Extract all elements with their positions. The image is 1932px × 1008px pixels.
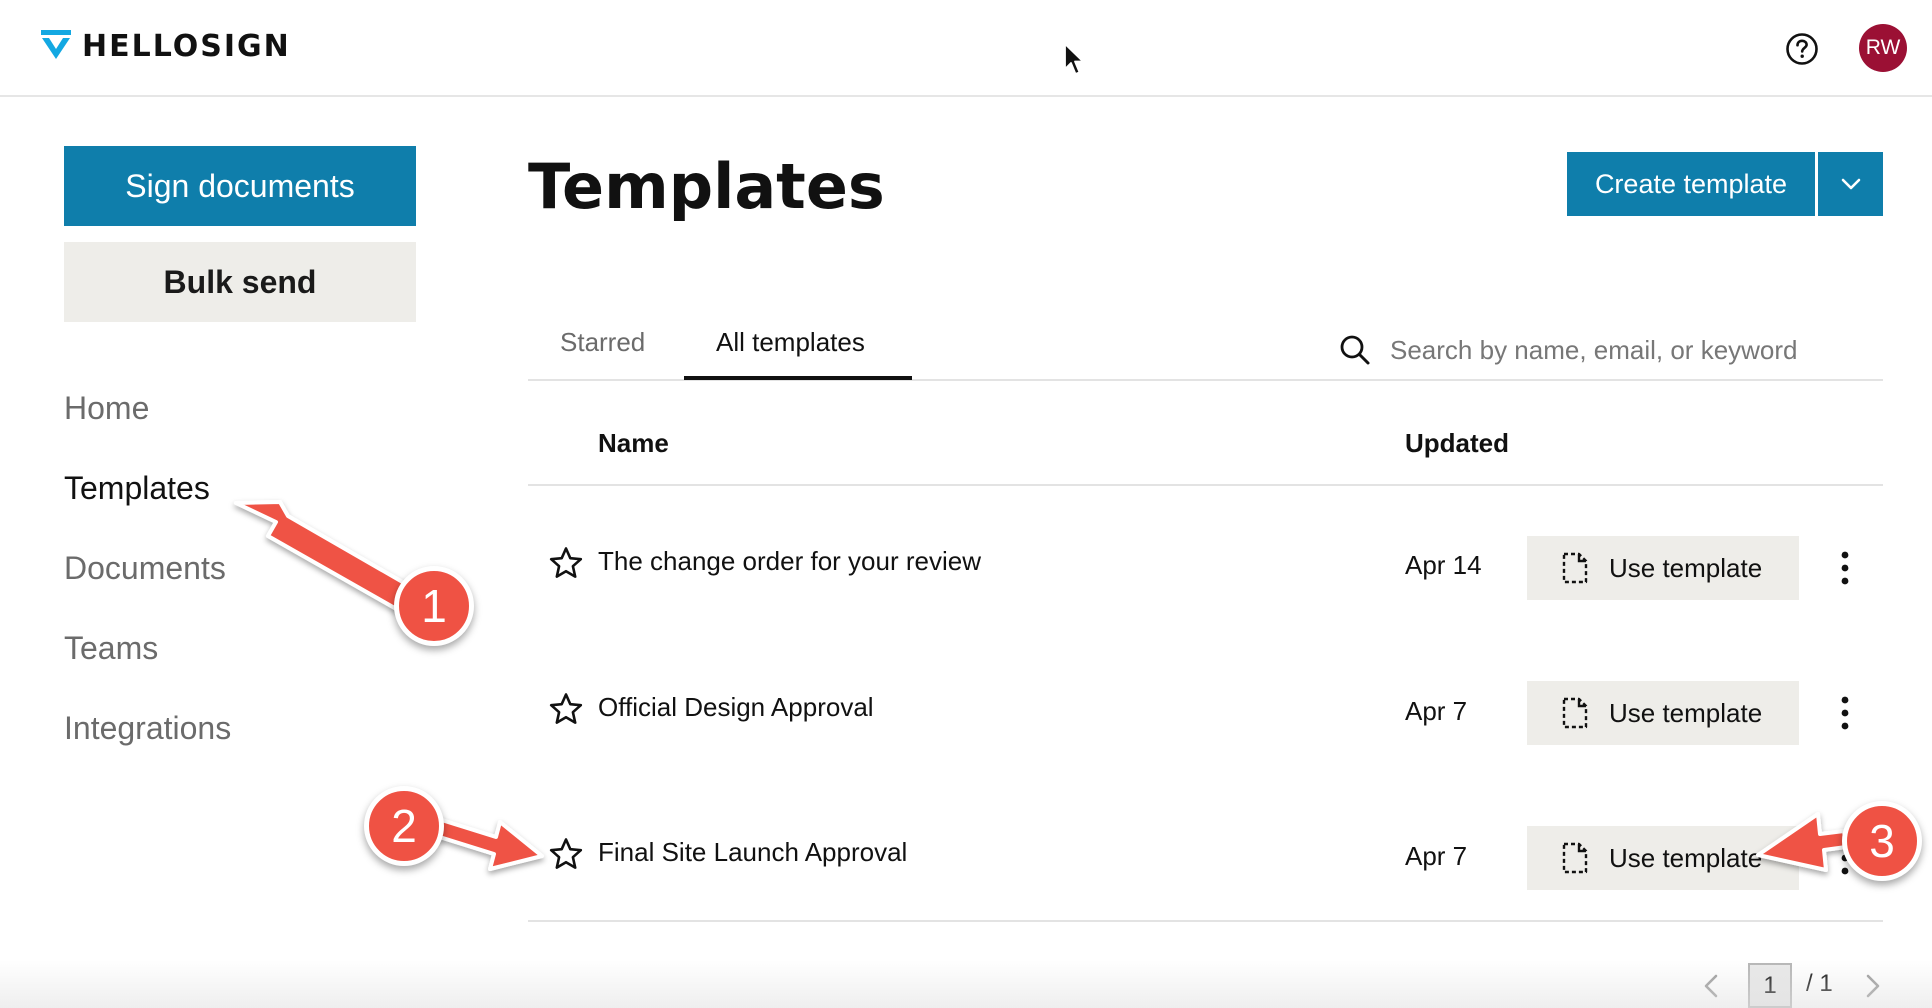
document-icon: [1562, 842, 1588, 874]
help-icon[interactable]: [1785, 32, 1819, 66]
tab-starred[interactable]: Starred: [560, 327, 645, 358]
template-name[interactable]: The change order for your review: [598, 546, 981, 577]
search-input[interactable]: [1390, 330, 1860, 370]
template-name[interactable]: Final Site Launch Approval: [598, 837, 907, 868]
next-page-icon[interactable]: [1860, 973, 1884, 999]
hellosign-logo-icon: [41, 30, 71, 59]
template-updated-date: Apr 14: [1405, 550, 1482, 580]
page-number-input[interactable]: 1: [1748, 963, 1792, 1008]
template-name[interactable]: Official Design Approval: [598, 692, 874, 723]
chevron-down-icon: [1841, 178, 1860, 190]
star-icon[interactable]: [548, 545, 584, 581]
annotation-badge-2: 2: [364, 786, 444, 866]
document-icon: [1562, 552, 1588, 584]
mouse-cursor-icon: [1064, 43, 1084, 75]
page-title: Templates: [528, 150, 885, 223]
brand-name: HELLOSIGN: [82, 28, 291, 64]
use-template-label: Use template: [1609, 552, 1763, 583]
top-bar: HELLOSIGN RW: [0, 0, 1932, 97]
annotation-arrow-2: [428, 815, 544, 871]
template-updated-date: Apr 7: [1405, 696, 1468, 726]
create-template-button[interactable]: Create template: [1567, 152, 1815, 216]
annotation-badge-1: 1: [394, 566, 474, 646]
create-template-dropdown-button[interactable]: [1818, 152, 1883, 216]
previous-page-icon[interactable]: [1700, 973, 1724, 999]
document-icon: [1562, 697, 1588, 729]
template-updated-date: Apr 7: [1405, 841, 1468, 871]
sidebar-item-documents[interactable]: Documents: [64, 550, 226, 587]
user-avatar[interactable]: RW: [1859, 24, 1907, 72]
search-icon: [1340, 335, 1370, 365]
star-icon[interactable]: [548, 691, 584, 727]
page-total: / 1: [1806, 970, 1833, 997]
bulk-send-button[interactable]: Bulk send: [64, 242, 416, 322]
sidebar-item-integrations[interactable]: Integrations: [64, 710, 231, 747]
use-template-label: Use template: [1609, 697, 1763, 728]
use-template-button[interactable]: Use template: [1527, 681, 1799, 745]
sign-documents-button[interactable]: Sign documents: [64, 146, 416, 226]
annotation-badge-3: 3: [1842, 801, 1922, 881]
more-options-icon[interactable]: [1830, 695, 1860, 731]
sidebar-item-home[interactable]: Home: [64, 390, 149, 427]
table-bottom-divider: [528, 920, 1883, 922]
use-template-button[interactable]: Use template: [1527, 826, 1799, 890]
more-options-icon[interactable]: [1830, 550, 1860, 586]
tab-all-templates[interactable]: All templates: [716, 327, 865, 358]
star-icon[interactable]: [548, 836, 584, 872]
active-tab-indicator: [684, 376, 912, 380]
hellosign-logo[interactable]: HELLOSIGN: [38, 28, 291, 64]
use-template-label: Use template: [1609, 842, 1763, 873]
sidebar-item-templates[interactable]: Templates: [64, 470, 210, 507]
sidebar-item-teams[interactable]: Teams: [64, 630, 158, 667]
column-header-name[interactable]: Name: [598, 428, 669, 459]
bottom-fade: [0, 960, 1932, 1008]
use-template-button[interactable]: Use template: [1527, 536, 1799, 600]
column-header-updated[interactable]: Updated: [1405, 428, 1509, 459]
header-divider: [528, 484, 1883, 486]
